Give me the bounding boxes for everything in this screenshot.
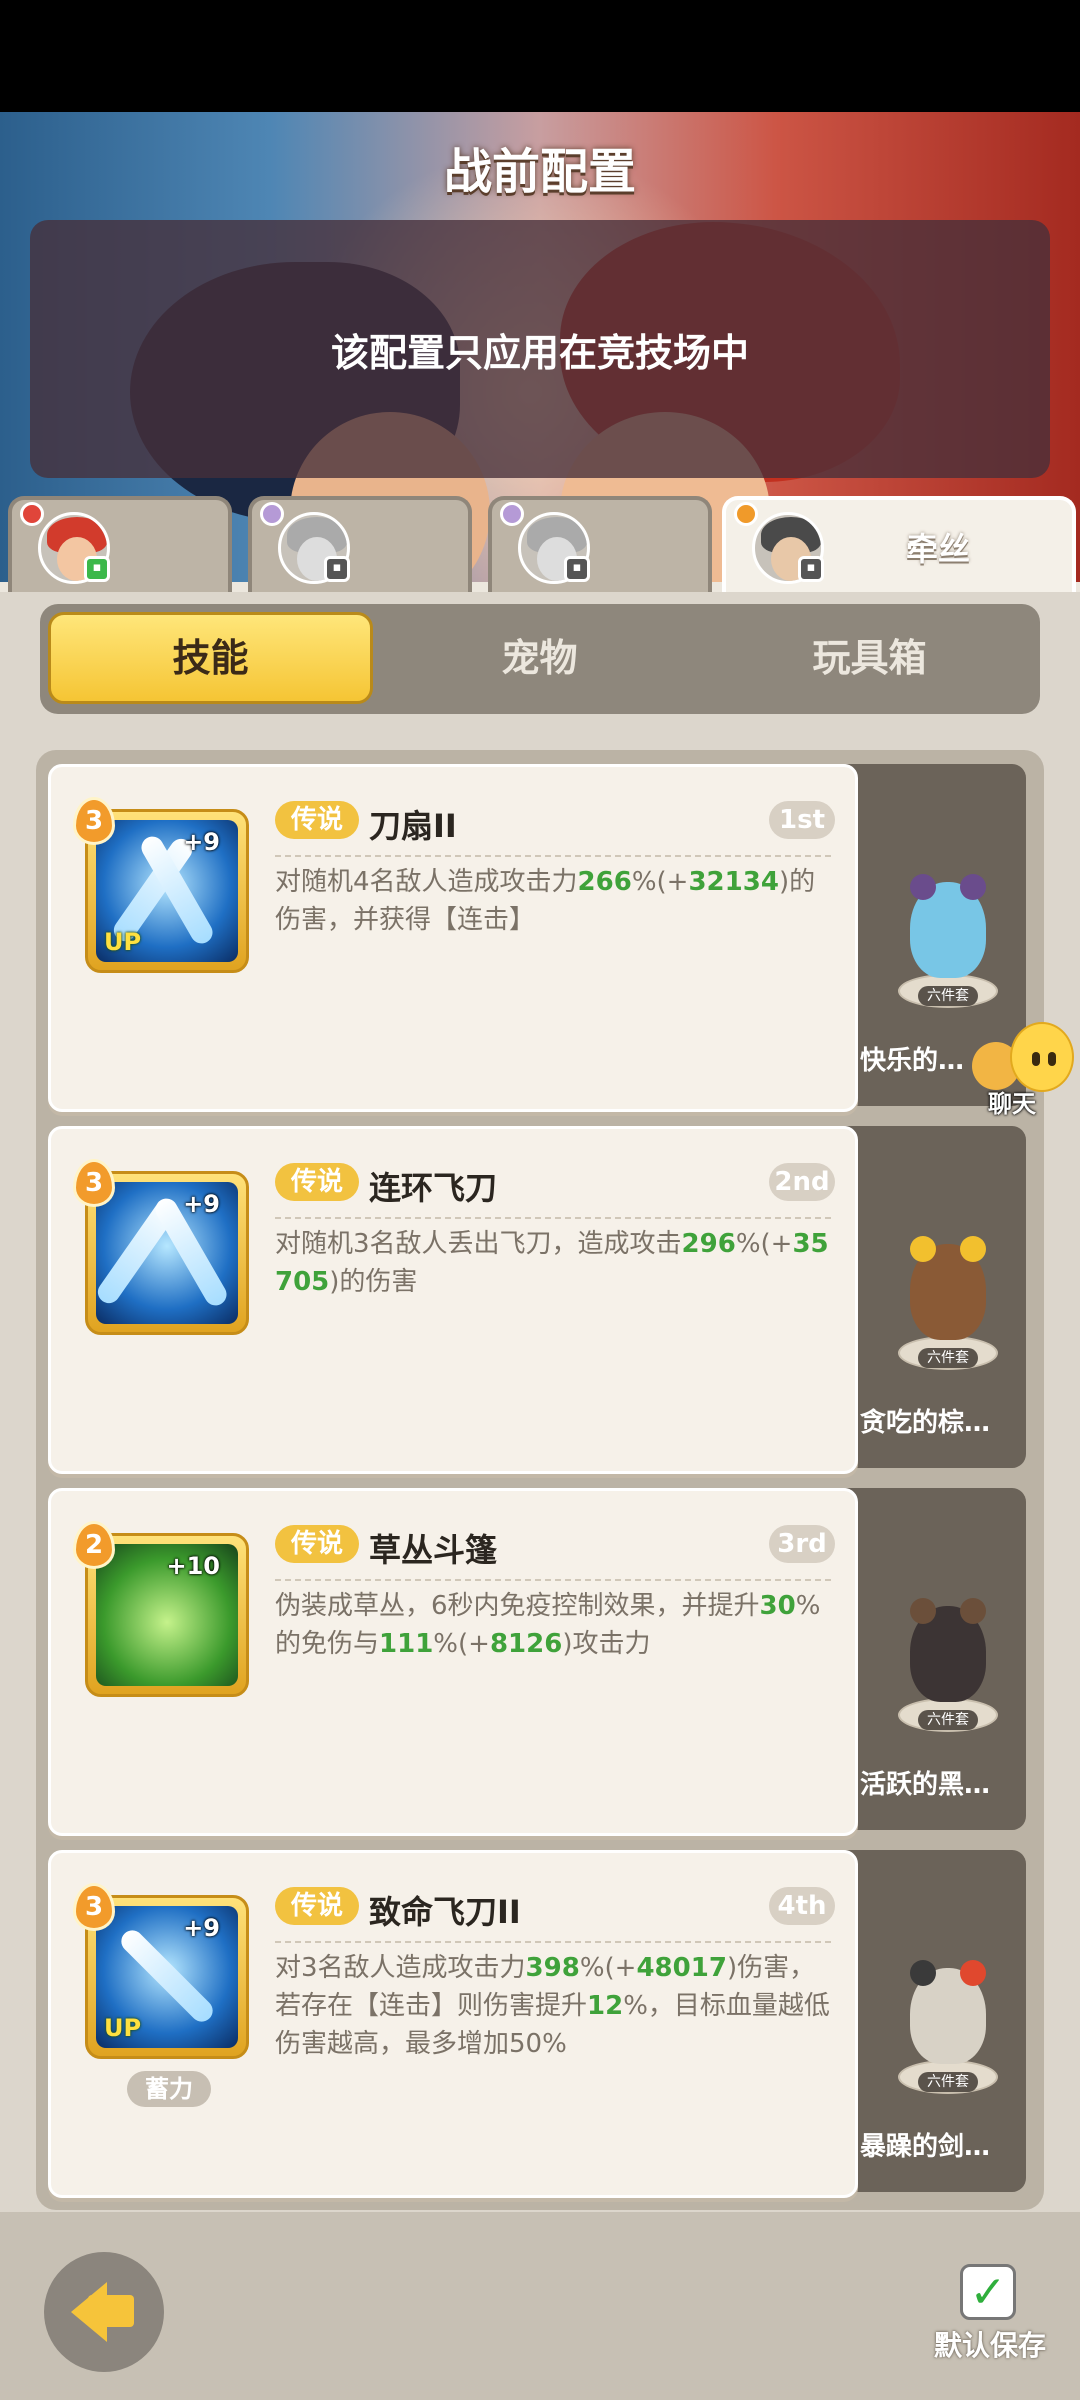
charge-badge: 蓄力 — [127, 2071, 211, 2107]
segment-pets[interactable]: 宠物 — [377, 612, 702, 704]
skill-star-level: 2 — [73, 1521, 115, 1569]
rarity-badge: 传说 — [275, 1525, 359, 1563]
skill-description: 伪装成草丛，6秒内免疫控制效果，并提升30%的免伤与111%(+8126)攻击力 — [275, 1591, 821, 1659]
skill-description: 对随机3名敌人丢出飞刀，造成攻击296%(+35705)的伤害 — [275, 1229, 829, 1297]
skill-card[interactable]: +10 2 传说 草丛斗篷 3rd 伪装成草丛，6秒内免疫控制效果，并提升30%… — [48, 1488, 858, 1836]
skill-card[interactable]: +9 UP 3 传说 刀扇II 1st 对随机4名敌人造成攻击力266%(+32… — [48, 764, 858, 1112]
pet-set-tag: 六件套 — [918, 1348, 978, 1368]
battle-config-screen: 战前配置 该配置只应用在竞技场中 ▪ ▪ ▪ ▪ 牵丝 技能 宠物 玩具箱 +9… — [0, 0, 1080, 2400]
pet-set-tag: 六件套 — [918, 986, 978, 1006]
pet-figure: 六件套 — [888, 1960, 1008, 2100]
skill-description: 对随机4名敌人造成攻击力266%(+32134)的伤害，并获得【连击】 — [275, 867, 816, 935]
pet-name: 暴躁的剑… — [860, 2132, 991, 2162]
pet-figure: 六件套 — [888, 874, 1008, 1014]
skill-plus-level: +10 — [166, 1552, 220, 1580]
chat-label: 聊天 — [988, 1090, 1036, 1118]
element-icon — [260, 502, 284, 526]
pet-figure: 六件套 — [888, 1236, 1008, 1376]
default-save-label: 默认保存 — [934, 2329, 1047, 2362]
back-arrow-tail — [88, 2295, 134, 2327]
skill-row: +9 3 传说 连环飞刀 2nd 对随机3名敌人丢出飞刀，造成攻击296%(+3… — [48, 1126, 1028, 1474]
segment-toybox[interactable]: 玩具箱 — [707, 612, 1032, 704]
hero-tab-2[interactable]: ▪ — [248, 496, 472, 592]
checkbox-checked-icon[interactable]: ✓ — [960, 2264, 1016, 2320]
skill-star-level: 3 — [73, 797, 115, 845]
hero-name: 牵丝 — [906, 530, 971, 568]
skill-row: +9 UP 3 蓄力 传说 致命飞刀II 4th 对3名敌人造成攻击力398%(… — [48, 1850, 1028, 2198]
arena-notice-text: 该配置只应用在竞技场中 — [330, 330, 749, 375]
skill-plus-level: +9 — [183, 1190, 220, 1218]
pet-set-tag: 六件套 — [918, 1710, 978, 1730]
hero-tab-3[interactable]: ▪ — [488, 496, 712, 592]
skill-card[interactable]: +9 3 传说 连环飞刀 2nd 对随机3名敌人丢出飞刀，造成攻击296%(+3… — [48, 1126, 858, 1474]
upgrade-label: UP — [104, 928, 142, 956]
pet-name: 活跃的黑… — [860, 1770, 991, 1800]
skill-plus-level: +9 — [183, 828, 220, 856]
lock-badge-icon: ▪ — [564, 556, 590, 582]
pet-figure: 六件套 — [888, 1598, 1008, 1738]
chat-button[interactable]: 聊天 — [964, 1018, 1074, 1128]
rarity-badge: 传说 — [275, 1887, 359, 1925]
status-bar — [0, 0, 1080, 112]
pet-name: 贪吃的棕… — [860, 1408, 991, 1438]
skill-name: 致命飞刀II — [369, 1893, 521, 1931]
segment-skills[interactable]: 技能 — [48, 612, 373, 704]
skill-row: +10 2 传说 草丛斗篷 3rd 伪装成草丛，6秒内免疫控制效果，并提升30%… — [48, 1488, 1028, 1836]
skill-name: 连环飞刀 — [369, 1169, 498, 1207]
element-icon — [500, 502, 524, 526]
page-title: 战前配置 — [443, 144, 636, 200]
pet-set-tag: 六件套 — [918, 2072, 978, 2092]
skill-order-badge: 1st — [769, 801, 835, 839]
element-icon — [734, 502, 758, 526]
skill-order-badge: 4th — [769, 1887, 835, 1925]
chat-badge-icon: ▪ — [84, 556, 110, 582]
arena-notice: 该配置只应用在竞技场中 — [30, 220, 1050, 478]
lock-badge-icon: ▪ — [324, 556, 350, 582]
skill-name: 草丛斗篷 — [369, 1531, 498, 1569]
skill-order-badge: 2nd — [769, 1163, 835, 1201]
skill-star-level: 3 — [73, 1883, 115, 1931]
lock-badge-icon: ▪ — [798, 556, 824, 582]
skill-order-badge: 3rd — [769, 1525, 835, 1563]
skill-card[interactable]: +9 UP 3 蓄力 传说 致命飞刀II 4th 对3名敌人造成攻击力398%(… — [48, 1850, 858, 2198]
hero-tab-1[interactable]: ▪ — [8, 496, 232, 592]
smiley-icon — [1010, 1022, 1074, 1092]
segment-control: 技能 宠物 玩具箱 — [40, 604, 1040, 714]
element-icon — [20, 502, 44, 526]
hero-tabs: ▪ ▪ ▪ ▪ 牵丝 — [0, 492, 1080, 592]
skill-star-level: 3 — [73, 1159, 115, 1207]
upgrade-label: UP — [104, 2014, 142, 2042]
skill-description: 对3名敌人造成攻击力398%(+48017)伤害，若存在【连击】则伤害提升12%… — [275, 1953, 830, 2059]
rarity-badge: 传说 — [275, 801, 359, 839]
skill-row: +9 UP 3 传说 刀扇II 1st 对随机4名敌人造成攻击力266%(+32… — [48, 764, 1028, 1112]
skill-name: 刀扇II — [369, 807, 457, 845]
rarity-badge: 传说 — [275, 1163, 359, 1201]
hero-tab-4[interactable]: ▪ 牵丝 — [722, 496, 1076, 592]
skill-plus-level: +9 — [183, 1914, 220, 1942]
